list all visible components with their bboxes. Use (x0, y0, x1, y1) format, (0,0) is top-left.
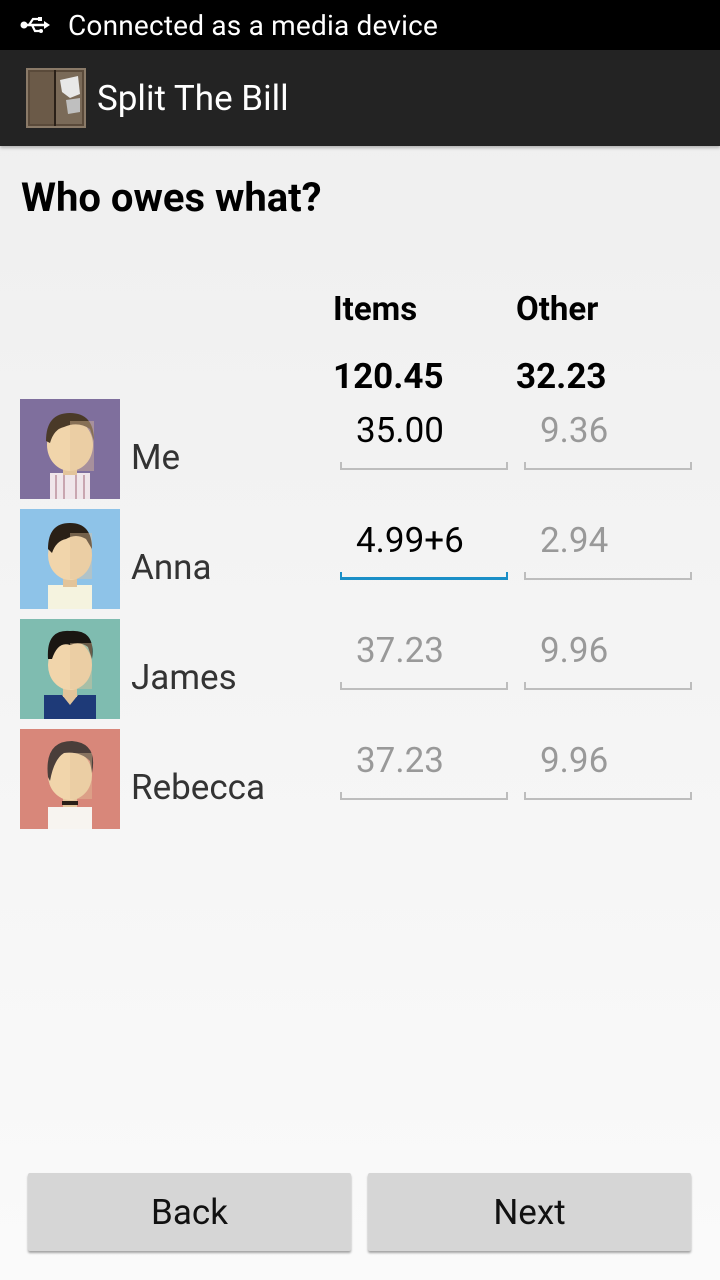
avatar-rebecca (20, 729, 120, 829)
person-name-anna: Anna (131, 547, 212, 588)
items-value-anna: 4.99+6 (356, 520, 464, 561)
items-input-anna[interactable]: 4.99+6 (340, 510, 508, 580)
avatar-james (20, 619, 120, 719)
items-total: 120.45 (333, 356, 444, 397)
action-bar: Split The Bill (0, 50, 720, 146)
items-input-rebecca[interactable]: 37.23 (340, 730, 508, 800)
status-bar: Connected as a media device (0, 0, 720, 50)
page-title: Who owes what? (21, 174, 322, 221)
app-icon[interactable] (26, 68, 86, 128)
back-button[interactable]: Back (28, 1173, 351, 1251)
other-input-anna[interactable]: 2.94 (524, 510, 692, 580)
next-button[interactable]: Next (368, 1173, 691, 1251)
other-input-rebecca[interactable]: 9.96 (524, 730, 692, 800)
other-input-me[interactable]: 9.36 (524, 400, 692, 470)
items-input-me[interactable]: 35.00 (340, 400, 508, 470)
app-title: Split The Bill (97, 78, 289, 119)
person-name-me: Me (131, 437, 181, 478)
other-column-header: Other (516, 290, 599, 329)
items-column-header: Items (333, 290, 418, 329)
other-value-anna: 2.94 (540, 520, 609, 561)
items-value-me: 35.00 (356, 410, 444, 451)
other-value-james: 9.96 (540, 630, 609, 671)
other-value-me: 9.36 (540, 410, 609, 451)
items-value-rebecca: 37.23 (356, 740, 444, 781)
person-name-rebecca: Rebecca (131, 767, 266, 808)
avatar-anna (20, 509, 120, 609)
status-text: Connected as a media device (68, 8, 439, 42)
avatar-me (20, 399, 120, 499)
usb-icon (0, 0, 70, 50)
other-value-rebecca: 9.96 (540, 740, 609, 781)
other-input-james[interactable]: 9.96 (524, 620, 692, 690)
person-name-james: James (131, 657, 237, 698)
items-input-james[interactable]: 37.23 (340, 620, 508, 690)
other-total: 32.23 (516, 356, 607, 397)
items-value-james: 37.23 (356, 630, 444, 671)
